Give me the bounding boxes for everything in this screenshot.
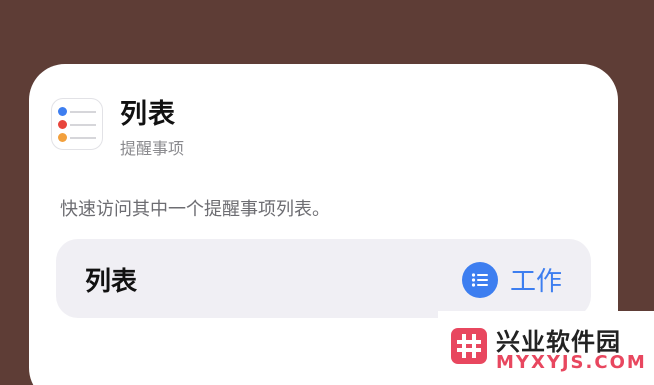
list-row-label: 列表 bbox=[85, 267, 138, 297]
line-divider bbox=[70, 111, 96, 113]
selected-list-value[interactable]: 工作 bbox=[461, 261, 562, 298]
reminders-app-icon bbox=[51, 98, 103, 150]
red-dot-icon bbox=[58, 120, 67, 129]
blue-dot-icon bbox=[58, 107, 67, 116]
orange-dot-icon bbox=[58, 133, 67, 142]
widget-description: 快速访问其中一个提醒事项列表。 bbox=[60, 199, 330, 220]
widget-title: 列表 bbox=[120, 99, 176, 130]
selected-list-name: 工作 bbox=[509, 267, 562, 297]
app-name-subtitle: 提醒事项 bbox=[120, 139, 185, 158]
hash-logo-icon bbox=[451, 328, 487, 364]
watermark-url: MYXYJS.COM bbox=[496, 352, 647, 373]
list-bullet-icon bbox=[461, 261, 498, 298]
line-divider bbox=[70, 137, 96, 139]
watermark: 兴业软件园 MYXYJS.COM bbox=[438, 311, 654, 385]
list-selector-row[interactable]: 列表 工作 bbox=[56, 239, 591, 318]
line-divider bbox=[70, 124, 96, 126]
